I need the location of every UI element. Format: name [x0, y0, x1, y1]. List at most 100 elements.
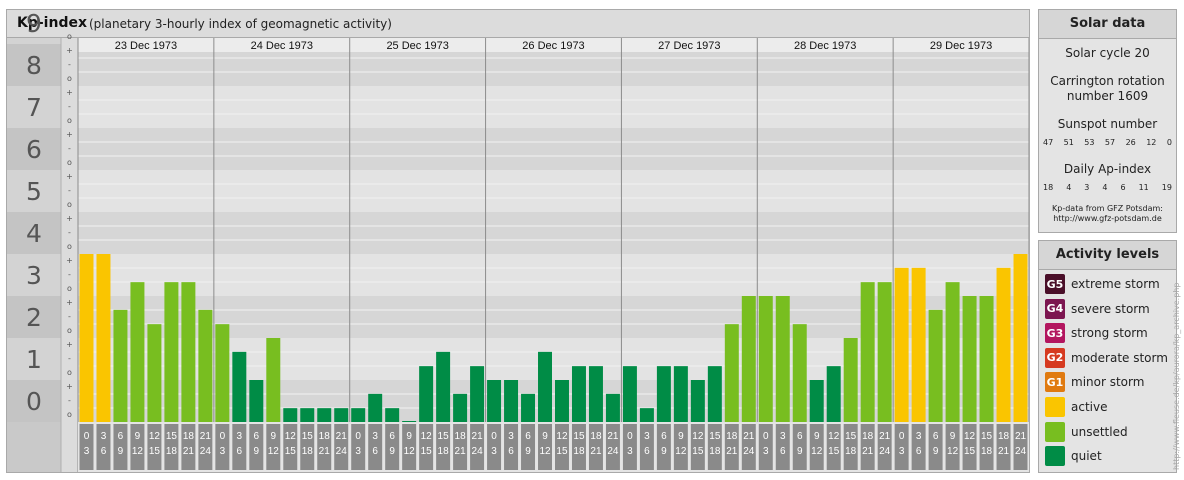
interval-start-label: 15 — [709, 431, 721, 442]
minor-tick-label: - — [68, 354, 71, 363]
activity-level-severe-storm: G4 severe storm — [1045, 298, 1150, 319]
kp-bar — [164, 282, 179, 422]
solar-data-panel: Solar data Solar cycle 20 Carrington rot… — [1038, 9, 1177, 233]
day-label: 26 Dec 1973 — [522, 40, 584, 52]
interval-start-label: 0 — [763, 431, 769, 442]
interval-start-label: 6 — [661, 431, 667, 442]
interval-start-label: 18 — [862, 431, 874, 442]
interval-start-label: 21 — [743, 431, 755, 442]
kp-band — [78, 212, 1029, 254]
minor-tick-label: - — [68, 186, 71, 195]
kp-bar — [470, 366, 485, 422]
interval-start-label: 6 — [797, 431, 803, 442]
interval-end-label: 6 — [508, 446, 514, 457]
minor-tick-label: + — [66, 340, 73, 349]
kp-band — [78, 86, 1029, 128]
interval-end-label: 6 — [644, 446, 650, 457]
minor-tick-label: - — [68, 228, 71, 237]
kp-bar — [266, 338, 281, 422]
interval-start-label: 21 — [879, 431, 891, 442]
interval-end-label: 12 — [268, 446, 280, 457]
kp-bar — [521, 393, 536, 422]
interval-end-label: 24 — [879, 446, 891, 457]
source-line2: http://www.gfz-potsdam.de — [1053, 214, 1162, 223]
minor-tick-label: + — [66, 298, 73, 307]
interval-start-label: 18 — [183, 431, 195, 442]
minor-tick-label: o — [67, 158, 72, 167]
kp-bar — [724, 324, 739, 422]
y-tick-label: 6 — [26, 135, 42, 164]
sunspot-value: 0 — [1166, 138, 1172, 147]
activity-level-label: active — [1071, 400, 1108, 414]
activity-level-code: G3 — [1046, 326, 1064, 340]
kp-bar — [198, 309, 213, 422]
interval-start-label: 12 — [556, 431, 568, 442]
minor-tick-label: + — [66, 256, 73, 265]
kp-bar — [385, 408, 400, 422]
carrington-rotation-line1: Carrington rotation — [1050, 74, 1165, 88]
minor-tick-label: o — [67, 326, 72, 335]
interval-start-label: 18 — [319, 431, 331, 442]
interval-start-label: 0 — [627, 431, 633, 442]
interval-end-label: 18 — [438, 446, 450, 457]
interval-end-label: 9 — [797, 446, 803, 457]
interval-end-label: 9 — [254, 446, 260, 457]
interval-end-label: 21 — [455, 446, 467, 457]
activity-swatch: G5 — [1045, 274, 1065, 294]
interval-start-label: 3 — [916, 431, 922, 442]
minor-tick-label: o — [67, 410, 72, 419]
sunspot-values: 47 51 53 57 26 12 0 — [1043, 138, 1172, 147]
minor-tick-label: + — [66, 214, 73, 223]
activity-level-minor-storm: G1 minor storm — [1045, 372, 1144, 393]
kp-bar — [996, 267, 1011, 422]
ap-value: 19 — [1161, 183, 1172, 192]
kp-band — [78, 128, 1029, 170]
interval-start-label: 15 — [302, 431, 314, 442]
kp-bar — [605, 393, 620, 422]
y-tick-label: 4 — [26, 219, 42, 248]
minor-tick-label: o — [67, 32, 72, 41]
interval-end-label: 24 — [607, 446, 619, 457]
activity-level-active: active — [1045, 397, 1107, 417]
interval-start-label: 9 — [271, 431, 277, 442]
minor-tick-label: + — [66, 382, 73, 391]
activity-level-label: moderate storm — [1071, 350, 1168, 365]
kp-bar — [877, 282, 892, 422]
activity-swatch — [1045, 421, 1065, 442]
kp-bar — [928, 309, 943, 422]
interval-end-label: 6 — [780, 446, 786, 457]
interval-end-label: 21 — [726, 446, 738, 457]
interval-end-label: 15 — [285, 446, 297, 457]
y-axis-cell — [7, 38, 61, 44]
day-label: 24 Dec 1973 — [251, 40, 313, 52]
kp-bar — [453, 393, 468, 422]
interval-end-label: 24 — [336, 446, 348, 457]
interval-start-label: 0 — [355, 431, 361, 442]
interval-end-label: 3 — [84, 446, 90, 457]
solar-data-title: Solar data — [1039, 10, 1176, 39]
interval-start-label: 0 — [220, 431, 226, 442]
kp-bar — [656, 366, 671, 422]
day-label: 25 Dec 1973 — [386, 40, 448, 52]
activity-level-code: G2 — [1046, 351, 1064, 365]
kp-bar — [351, 408, 366, 422]
activity-level-label: extreme storm — [1071, 277, 1160, 291]
interval-start-label: 3 — [780, 431, 786, 442]
activity-swatch: G2 — [1045, 347, 1065, 368]
interval-end-label: 18 — [302, 446, 314, 457]
kp-bar — [860, 282, 875, 422]
interval-start-label: 21 — [336, 431, 348, 442]
sunspot-value: 47 — [1043, 138, 1054, 147]
interval-start-label: 21 — [607, 431, 619, 442]
kp-bar — [538, 351, 552, 422]
kp-bar — [555, 380, 569, 422]
sunspot-value: 57 — [1104, 138, 1116, 147]
interval-start-label: 0 — [491, 431, 497, 442]
watermark-url: http://www.fleuse.de/kp/aurora/kp_archiv… — [1172, 282, 1181, 470]
interval-start-label: 9 — [814, 431, 820, 442]
interval-start-label: 12 — [692, 431, 704, 442]
activity-swatch — [1045, 397, 1065, 417]
sunspot-value: 51 — [1063, 138, 1074, 147]
minor-tick-label: - — [68, 270, 71, 279]
kp-bar — [690, 380, 705, 422]
